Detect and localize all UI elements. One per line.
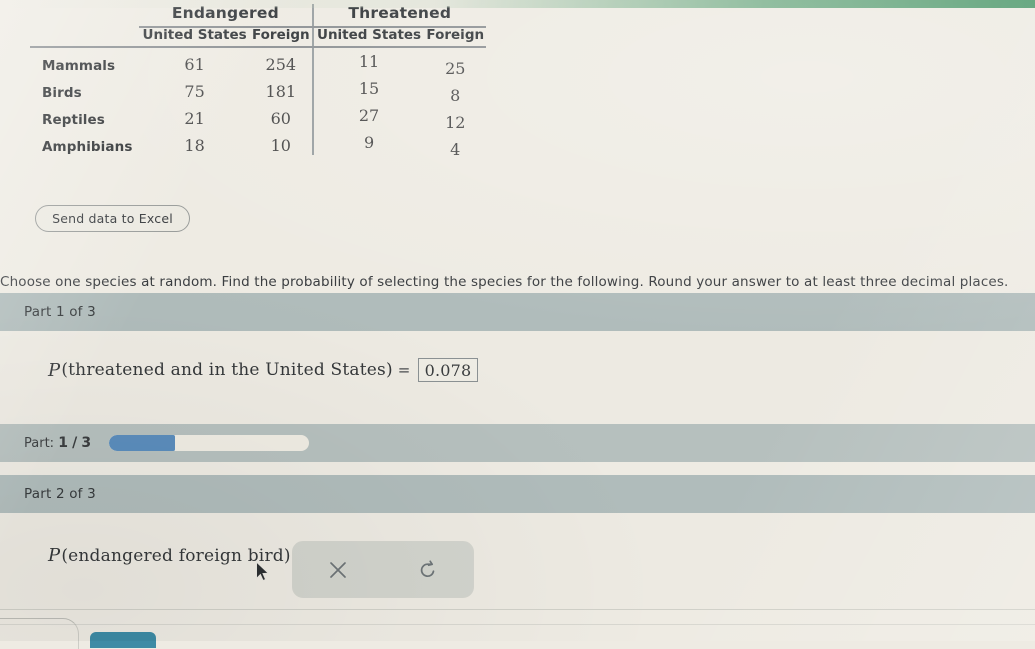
sub-header-endangered-foreign: Foreign bbox=[250, 27, 313, 49]
cell-amphibians-endangered-us: 18 bbox=[184, 136, 205, 156]
screen-top-green-strip bbox=[0, 0, 1035, 8]
cell-reptiles-endangered-foreign: 60 bbox=[270, 109, 291, 129]
bottom-primary-button[interactable] bbox=[90, 632, 156, 648]
sub-header-threatened-foreign: Foreign bbox=[424, 27, 486, 49]
send-data-to-excel-button[interactable]: Send data to Excel bbox=[35, 205, 190, 232]
x-icon bbox=[327, 559, 349, 581]
part-2-header: Part 2 of 3 bbox=[0, 475, 1035, 513]
cell-mammals-endangered-foreign: 254 bbox=[265, 55, 297, 75]
bottom-divider-upper bbox=[0, 609, 1035, 610]
cell-amphibians-threatened-foreign: 4 bbox=[450, 140, 461, 160]
part-1-expression: P (threatened and in the United States) … bbox=[48, 358, 479, 382]
progress-strip: Part: 1 / 3 bbox=[0, 424, 1035, 462]
clear-answer-button[interactable] bbox=[293, 542, 383, 597]
table-body: Mammals 61 254 11 25 Birds 75 181 15 8 R… bbox=[30, 44, 486, 159]
question-prompt: Choose one species at random. Find the p… bbox=[0, 274, 1009, 290]
table-row: Amphibians 18 10 9 4 bbox=[30, 125, 486, 159]
progress-total: 3 bbox=[81, 435, 92, 451]
cell-amphibians-endangered-foreign: 10 bbox=[270, 136, 291, 156]
probability-symbol: P bbox=[48, 545, 61, 566]
progress-current: 1 bbox=[58, 435, 68, 451]
part-1-body: P (threatened and in the United States) … bbox=[0, 331, 1035, 424]
cell-mammals-threatened-foreign: 25 bbox=[445, 59, 466, 79]
cell-mammals-endangered-us: 61 bbox=[184, 55, 205, 75]
cell-birds-threatened-foreign: 8 bbox=[450, 86, 461, 106]
cell-birds-endangered-foreign: 181 bbox=[265, 82, 297, 102]
cell-reptiles-threatened-foreign: 12 bbox=[445, 113, 466, 133]
counts-table: Endangered Threatened United States Fore… bbox=[30, 4, 486, 159]
send-data-to-excel-label: Send data to Excel bbox=[52, 211, 173, 226]
row-label-reptiles: Reptiles bbox=[42, 112, 105, 129]
part-1-header: Part 1 of 3 bbox=[0, 293, 1035, 331]
part-2-event-text: (endangered foreign bird) bbox=[61, 545, 291, 566]
undo-answer-button[interactable] bbox=[383, 542, 473, 597]
bottom-divider-lower bbox=[0, 624, 1035, 625]
cell-birds-endangered-us: 75 bbox=[184, 82, 205, 102]
part-1-event-text: (threatened and in the United States) bbox=[61, 360, 393, 380]
cell-birds-threatened-us: 15 bbox=[311, 71, 425, 99]
table-row: Reptiles 21 60 27 12 bbox=[30, 98, 486, 132]
cell-reptiles-endangered-us: 21 bbox=[184, 109, 205, 129]
progress-separator: / bbox=[72, 435, 78, 451]
row-label-header bbox=[30, 27, 140, 49]
cell-reptiles-threatened-us: 27 bbox=[311, 98, 425, 126]
cell-amphibians-threatened-us: 9 bbox=[311, 125, 425, 153]
species-data-table: Endangered Threatened United States Fore… bbox=[30, 4, 500, 159]
sub-header-endangered-us: United States bbox=[139, 27, 251, 49]
table-row: Birds 75 181 15 8 bbox=[30, 71, 486, 105]
part-2-header-label: Part 2 of 3 bbox=[24, 486, 96, 502]
row-label-amphibians: Amphibians bbox=[42, 139, 133, 156]
answer-tool-group bbox=[292, 541, 474, 598]
progress-label: Part: 1 / 3 bbox=[24, 435, 91, 451]
progress-bar-track bbox=[109, 435, 310, 451]
row-label-mammals: Mammals bbox=[42, 58, 116, 75]
part-1-equals-sign: = bbox=[397, 361, 411, 379]
progress-bar-fill bbox=[109, 435, 176, 451]
progress-label-prefix: Part: bbox=[24, 436, 55, 451]
part-1-header-label: Part 1 of 3 bbox=[24, 304, 96, 320]
part-2-body: P (endangered foreign bird) = bbox=[0, 513, 1035, 609]
table-head: Endangered Threatened United States Fore… bbox=[30, 4, 486, 49]
cell-mammals-threatened-us: 11 bbox=[311, 44, 425, 72]
row-label-birds: Birds bbox=[42, 85, 82, 102]
part-1-answer-input[interactable]: 0.078 bbox=[417, 358, 479, 382]
undo-arrow-icon bbox=[417, 559, 439, 581]
table-row: Mammals 61 254 11 25 bbox=[30, 44, 486, 78]
bottom-left-panel-corner bbox=[0, 618, 79, 649]
probability-symbol: P bbox=[48, 359, 61, 381]
